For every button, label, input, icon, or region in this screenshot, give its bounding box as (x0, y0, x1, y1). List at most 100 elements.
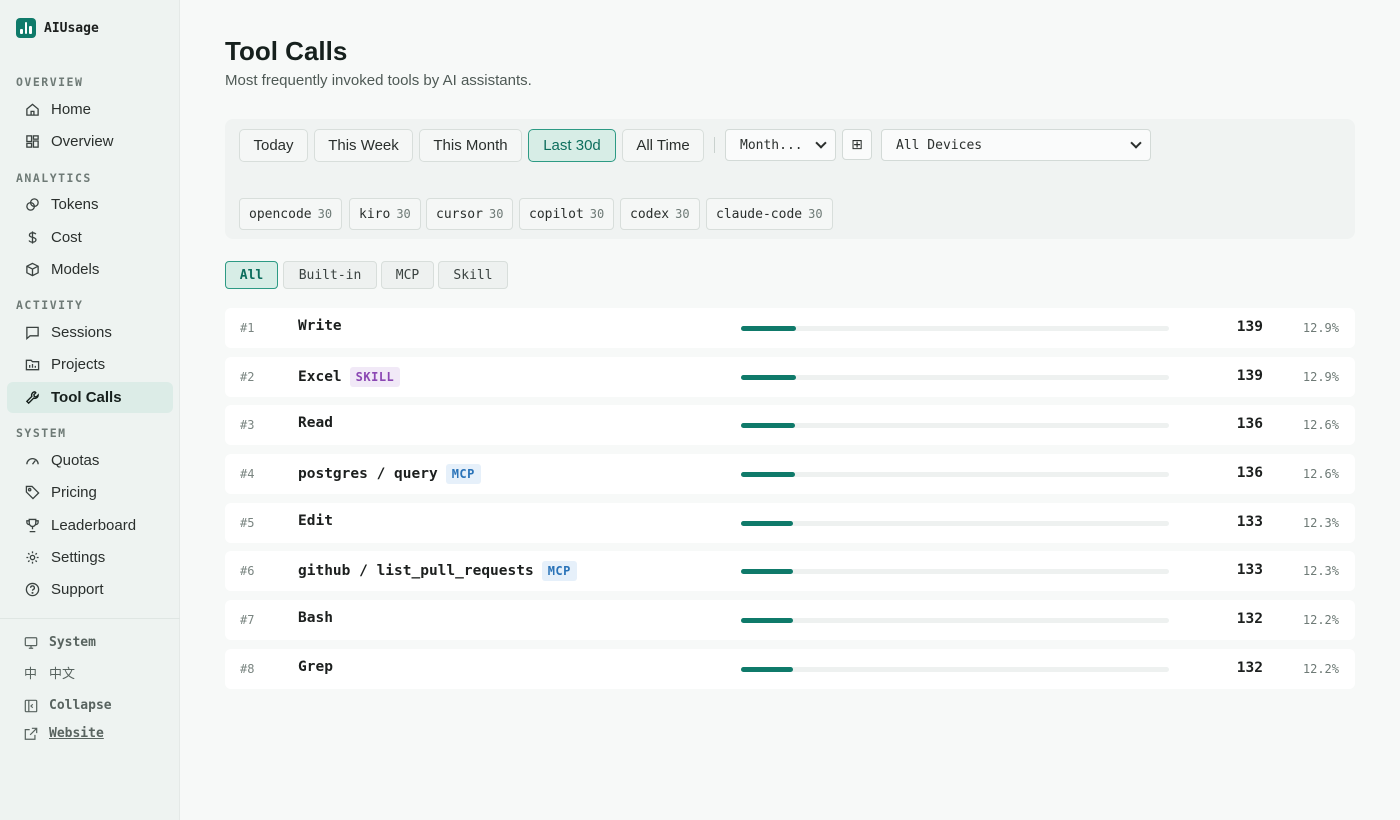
tool-call-percent: 12.6% (1302, 467, 1339, 482)
tool-row[interactable]: #4 postgres / query MCP 136 12.6% (225, 454, 1355, 495)
sidebar-item-models[interactable]: Models (7, 254, 173, 285)
client-name: codex (630, 206, 670, 222)
usage-bar-fill (741, 326, 796, 331)
coins-icon (26, 198, 39, 211)
tool-row[interactable]: #8 Grep 132 12.2% (225, 648, 1355, 689)
sidebar-item-sessions[interactable]: Sessions (7, 317, 173, 348)
usage-bar-track (741, 326, 1169, 331)
section-analytics: ANALYTICS (16, 171, 92, 185)
tool-name-cell: Excel SKILL (298, 366, 401, 387)
grid-icon: ⊞ (851, 136, 863, 153)
bar-chart-logo-icon (16, 18, 36, 38)
range-this-week-button[interactable]: This Week (314, 129, 413, 162)
tool-type-badge: MCP (445, 464, 481, 485)
sidebar-item-support[interactable]: Support (7, 574, 173, 605)
cube-icon (26, 262, 39, 277)
sidebar-item-pricing[interactable]: Pricing (7, 477, 173, 508)
website-link[interactable]: Website (24, 726, 104, 741)
client-count: 30 (675, 207, 690, 221)
client-chip-codex[interactable]: codex 30 (620, 198, 700, 230)
sidebar-item-label: Cost (51, 229, 82, 246)
tab-mcp[interactable]: MCP (381, 261, 434, 289)
gear-icon (26, 551, 39, 564)
dashboard-icon (26, 135, 39, 148)
page-title: Tool Calls (225, 36, 348, 66)
language-label: 中文 (49, 667, 76, 682)
usage-bar-track (741, 472, 1169, 478)
tool-name-cell: Write (298, 318, 342, 334)
app-name: AIUsage (44, 20, 99, 36)
tool-row[interactable]: #7 Bash 132 12.2% (225, 600, 1355, 641)
tool-row[interactable]: #3 Read 136 12.6% (225, 405, 1355, 446)
tool-name: Grep (298, 658, 333, 675)
range-all-time-button[interactable]: All Time (622, 129, 704, 162)
client-chip-kiro[interactable]: kiro 30 (349, 198, 421, 230)
tool-row[interactable]: #2 Excel SKILL 139 12.9% (225, 356, 1355, 397)
chevron-down-icon (815, 137, 827, 149)
client-chip-claude-code[interactable]: claude-code 30 (706, 198, 833, 230)
sidebar-item-label: Support (51, 581, 104, 598)
tool-name: Excel (298, 368, 342, 385)
grid-view-button[interactable]: ⊞ (842, 129, 872, 160)
tool-row[interactable]: #1 Write 139 12.9% (225, 308, 1355, 348)
tool-row[interactable]: #5 Edit 133 12.3% (225, 502, 1355, 543)
client-count: 30 (589, 207, 605, 221)
website-label: Website (49, 726, 104, 741)
range-today-button[interactable]: Today (239, 129, 308, 162)
sidebar-item-tokens[interactable]: Tokens (7, 189, 173, 220)
usage-bar-fill (741, 472, 795, 478)
page-subtitle: Most frequently invoked tools by AI assi… (225, 72, 532, 89)
sidebar-item-cost[interactable]: Cost (7, 222, 173, 253)
tab-skill[interactable]: Skill (438, 261, 508, 289)
filter-separator (714, 137, 715, 153)
sidebar-item-settings[interactable]: Settings (7, 542, 173, 573)
sidebar-item-home[interactable]: Home (7, 94, 173, 125)
tool-name: Read (298, 415, 333, 432)
usage-bar-fill (741, 666, 793, 672)
client-chip-copilot[interactable]: copilot 30 (519, 198, 615, 230)
section-system: SYSTEM (16, 426, 67, 440)
tool-call-count: 139 (1236, 367, 1263, 384)
range-last-30d-button[interactable]: Last 30d (528, 129, 616, 162)
theme-toggle[interactable]: System (24, 635, 96, 650)
tab-built-in[interactable]: Built-in (283, 261, 377, 289)
tool-rank: #7 (240, 613, 255, 628)
tool-call-percent: 12.9% (1302, 321, 1339, 335)
tab-all[interactable]: All (225, 261, 278, 289)
range-this-month-button[interactable]: This Month (419, 129, 522, 162)
sidebar-item-projects[interactable]: Projects (7, 349, 173, 380)
tool-call-percent: 12.3% (1302, 564, 1339, 579)
language-toggle[interactable]: 中 中文 (24, 663, 75, 682)
sidebar-item-leaderboard[interactable]: Leaderboard (7, 510, 173, 541)
brand[interactable]: AIUsage (16, 18, 99, 38)
granularity-select[interactable]: Month... (725, 129, 836, 161)
tool-name-cell: github / list_pull_requests MCP (298, 561, 577, 582)
folder-icon (25, 359, 40, 371)
tool-call-count: 133 (1236, 562, 1263, 579)
sidebar-item-label: Projects (51, 356, 106, 373)
tool-name-cell: Grep (298, 659, 333, 675)
device-value: All Devices (896, 137, 983, 153)
device-select[interactable]: All Devices (881, 129, 1151, 161)
sidebar-item-tool-calls[interactable]: Tool Calls (7, 382, 173, 413)
usage-bar-track (741, 666, 1169, 672)
tool-name-cell: Read (298, 415, 333, 431)
tool-list: #1 Write 139 12.9% #2 Excel SKILL 139 12.9% #3 Rea… (225, 308, 1355, 698)
client-chip-cursor[interactable]: cursor 30 (426, 198, 514, 230)
tool-rank: #4 (240, 467, 255, 482)
sidebar-item-overview[interactable]: Overview (7, 126, 173, 157)
collapse-sidebar-button[interactable]: Collapse (24, 698, 112, 713)
gauge-icon (26, 458, 39, 465)
usage-bar-fill (741, 569, 794, 575)
tool-row[interactable]: #6 github / list_pull_requests MCP 133 12.3% (225, 551, 1355, 592)
trophy-icon (26, 518, 39, 533)
sidebar-item-label: Leaderboard (51, 517, 137, 534)
tool-rank: #6 (240, 564, 255, 579)
tool-call-count: 132 (1236, 611, 1263, 628)
tool-call-percent: 12.3% (1302, 515, 1339, 530)
client-chip-opencode[interactable]: opencode 30 (239, 198, 343, 230)
tool-call-count: 136 (1236, 416, 1263, 433)
tool-call-count: 136 (1236, 465, 1263, 482)
sidebar-item-quotas[interactable]: Quotas (7, 445, 173, 476)
sidebar-item-label: Tokens (51, 196, 99, 213)
